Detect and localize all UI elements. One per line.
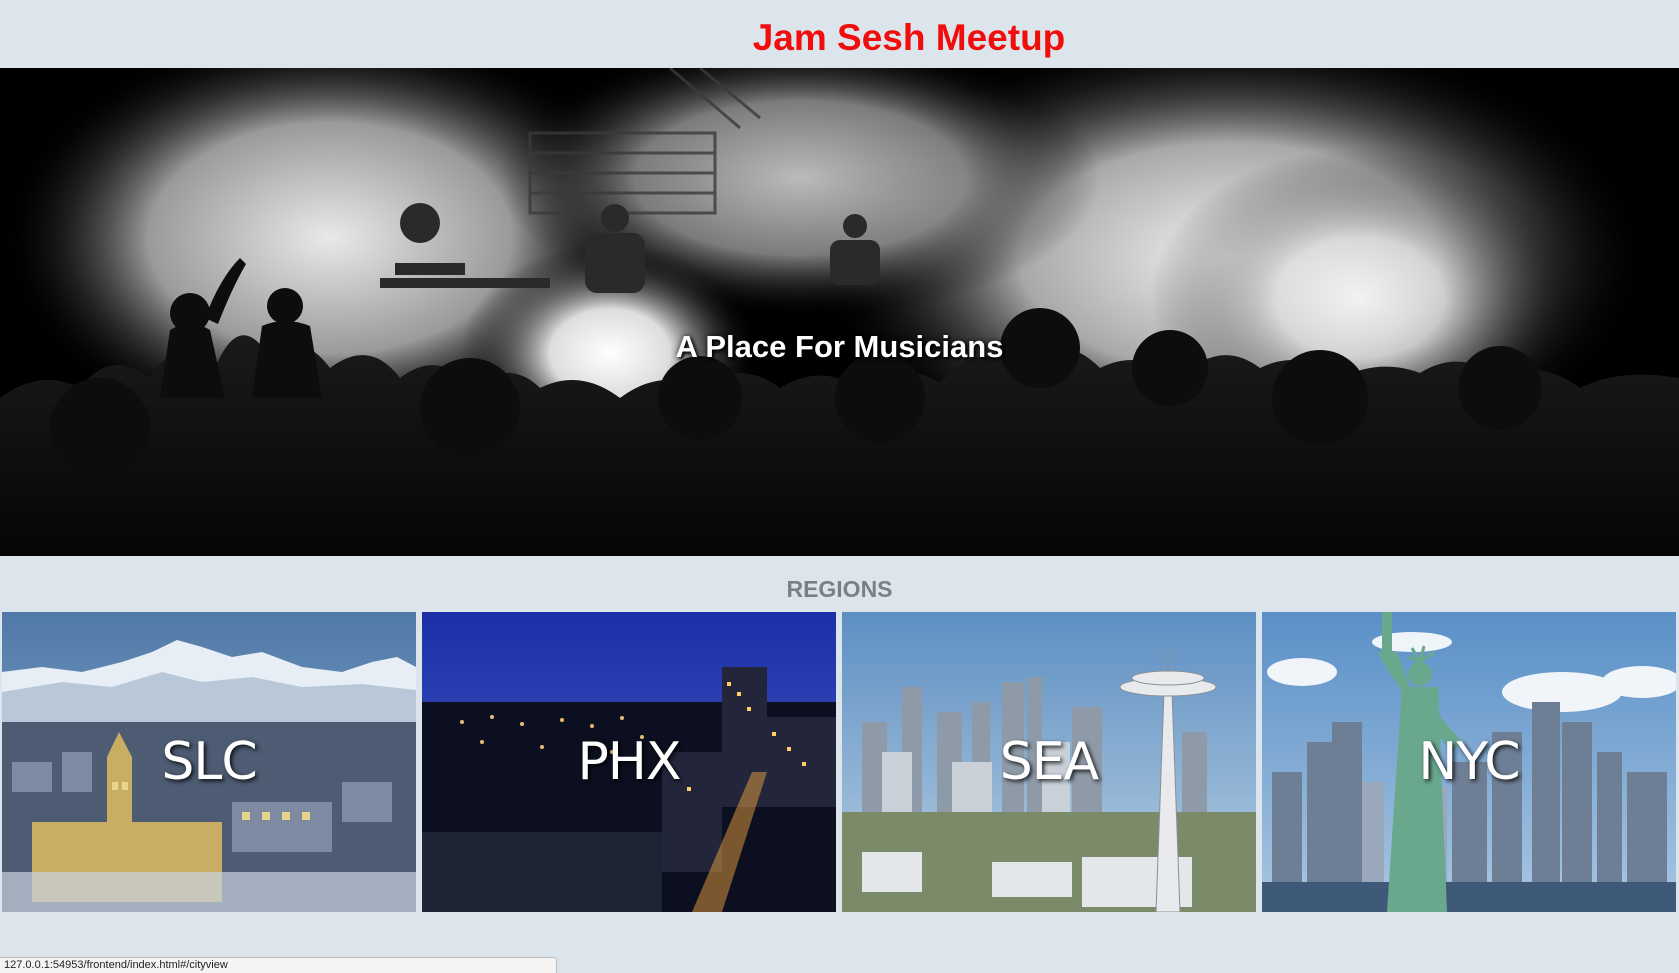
region-label-nyc: NYC: [1418, 732, 1520, 792]
hero-tagline: A Place For Musicians: [675, 329, 1004, 364]
hero-banner: A Place For Musicians: [0, 68, 1679, 556]
site-title: Jam Sesh Meetup: [752, 17, 1066, 58]
browser-status-bar: 127.0.0.1:54953/frontend/index.html#/cit…: [0, 957, 557, 973]
regions-heading: REGIONS: [786, 576, 893, 602]
region-card-phx[interactable]: PHX: [422, 612, 836, 912]
page: Jam Sesh Meetup A Place For Musicians RE…: [0, 0, 1679, 973]
concert-crowd-image: [0, 68, 1679, 556]
region-card-slc[interactable]: SLC: [2, 612, 416, 912]
region-label-phx: PHX: [577, 732, 681, 792]
region-label-sea: SEA: [999, 732, 1099, 792]
region-card-nyc[interactable]: NYC: [1262, 612, 1676, 912]
region-card-sea[interactable]: SEA: [842, 612, 1256, 912]
region-label-slc: SLC: [161, 732, 257, 792]
region-grid: SLC PHX SEA NYC: [2, 612, 1677, 912]
